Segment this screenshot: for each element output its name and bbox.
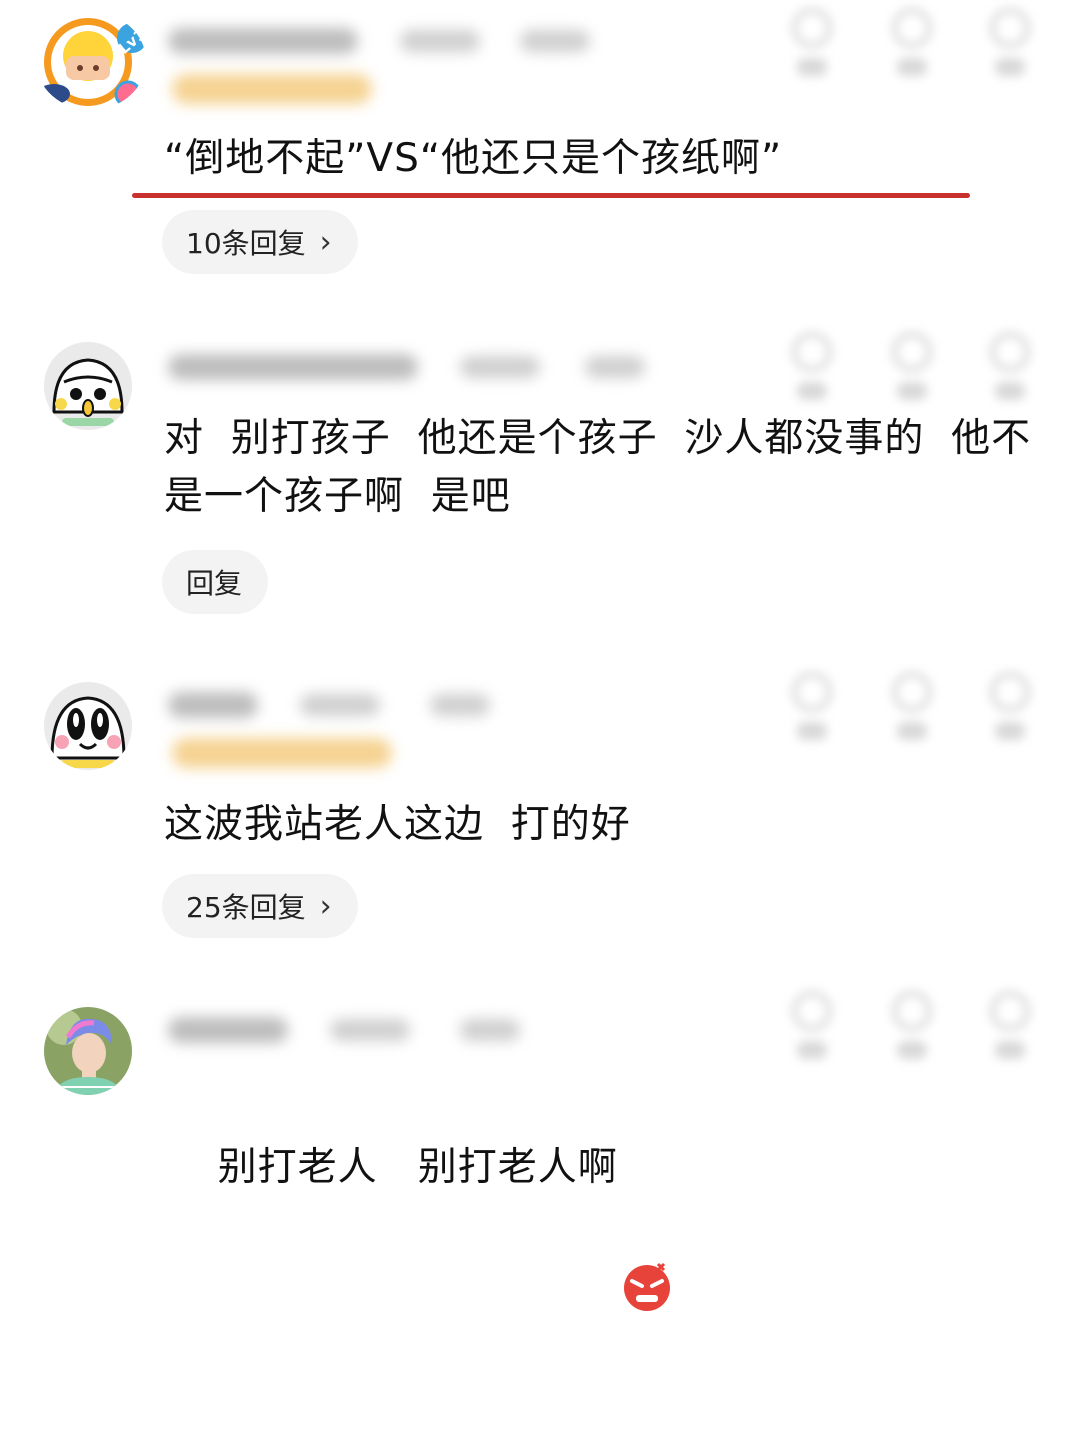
share-button[interactable] xyxy=(988,8,1032,76)
thumb-up-icon xyxy=(792,332,832,372)
like-button[interactable] xyxy=(790,672,834,740)
dislike-button[interactable] xyxy=(890,332,934,400)
comment-text: 这波我站老人这边 打的好 xyxy=(164,802,631,847)
share-icon xyxy=(990,991,1030,1031)
avatar[interactable]: Lv15 xyxy=(36,12,146,110)
share-icon xyxy=(990,8,1030,48)
thumb-down-icon xyxy=(892,991,932,1031)
chevron-right-icon: › xyxy=(319,888,332,924)
medal-badge-blurred xyxy=(172,74,372,104)
comment-actions xyxy=(790,8,1040,88)
comment-item-2: 对 别打孩子 他还是个孩子 沙人都没事的 他不是一个孩子啊 是吧 回复 xyxy=(0,320,1080,620)
thumb-down-icon xyxy=(892,332,932,372)
reply-count-label: 10条回复 xyxy=(186,227,306,260)
medal-badge-blurred xyxy=(172,738,392,768)
reply-count-label: 25条回复 xyxy=(186,891,306,924)
reply-label: 回复 xyxy=(186,567,243,600)
thumb-down-icon xyxy=(892,8,932,48)
like-button[interactable] xyxy=(790,332,834,400)
username-blurred[interactable] xyxy=(168,1017,288,1043)
share-button[interactable] xyxy=(988,991,1032,1059)
username-blurred[interactable] xyxy=(168,692,258,718)
location-blurred xyxy=(585,356,645,378)
like-count-blurred xyxy=(797,1041,827,1059)
dislike-button[interactable] xyxy=(890,991,934,1059)
share-count-blurred xyxy=(995,58,1025,76)
username-blurred[interactable] xyxy=(168,354,418,380)
thumb-up-icon xyxy=(792,672,832,712)
time-blurred xyxy=(300,694,380,716)
time-blurred xyxy=(400,30,480,52)
location-blurred xyxy=(520,30,590,52)
dislike-count-blurred xyxy=(897,382,927,400)
time-blurred xyxy=(330,1019,410,1041)
like-button[interactable] xyxy=(790,8,834,76)
comment-item-4: 别打老人 别打老人啊 xyxy=(0,985,1080,1311)
view-replies-button[interactable]: 10条回复 › xyxy=(162,210,358,274)
username-blurred[interactable] xyxy=(168,28,358,54)
highlight-underline xyxy=(132,193,970,198)
dislike-count-blurred xyxy=(897,58,927,76)
dislike-count-blurred xyxy=(897,722,927,740)
share-button[interactable] xyxy=(988,672,1032,740)
share-icon xyxy=(990,332,1030,372)
like-count-blurred xyxy=(797,58,827,76)
share-count-blurred xyxy=(995,382,1025,400)
share-count-blurred xyxy=(995,722,1025,740)
reply-button[interactable]: 回复 xyxy=(162,550,269,614)
comment-actions xyxy=(790,332,1040,412)
share-count-blurred xyxy=(995,1041,1025,1059)
like-button[interactable] xyxy=(790,991,834,1059)
location-blurred xyxy=(460,1019,520,1041)
comment-item-3: 这波我站老人这边 打的好 25条回复 › xyxy=(0,660,1080,960)
dislike-button[interactable] xyxy=(890,8,934,76)
time-blurred xyxy=(460,356,540,378)
comment-actions xyxy=(790,672,1040,752)
share-button[interactable] xyxy=(988,332,1032,400)
thumb-up-icon xyxy=(792,8,832,48)
dislike-count-blurred xyxy=(897,1041,927,1059)
dislike-button[interactable] xyxy=(890,672,934,740)
chevron-right-icon: › xyxy=(319,224,332,260)
like-count-blurred xyxy=(797,722,827,740)
comment-text-body: 别打老人 别打老人啊 xyxy=(217,1145,618,1190)
thumb-down-icon xyxy=(892,672,932,712)
thumb-up-icon xyxy=(792,991,832,1031)
avatar[interactable] xyxy=(44,1007,132,1095)
comment-item-1: Lv15 “倒地不起”VS“他还只是个孩纸啊” 10条回复 › xyxy=(0,0,1080,290)
comment-text: 别打老人 别打老人啊 xyxy=(164,1081,674,1311)
view-replies-button[interactable]: 25条回复 › xyxy=(162,874,358,938)
comment-text: 对 别打孩子 他还是个孩子 沙人都没事的 他不是一个孩子啊 是吧 xyxy=(164,416,1032,519)
comment-actions xyxy=(790,991,1040,1071)
location-blurred xyxy=(430,694,490,716)
share-icon xyxy=(990,672,1030,712)
avatar[interactable] xyxy=(44,342,132,430)
like-count-blurred xyxy=(797,382,827,400)
comment-text: “倒地不起”VS“他还只是个孩纸啊” xyxy=(164,136,783,181)
avatar[interactable] xyxy=(44,682,132,770)
